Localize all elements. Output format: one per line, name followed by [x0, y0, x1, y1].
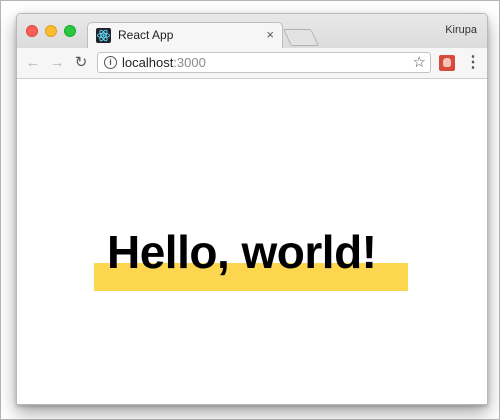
window-minimize-button[interactable]: [45, 25, 57, 37]
browser-toolbar: ← → ↻ i localhost:3000 ☆ ⋮: [17, 48, 487, 79]
forward-arrow-icon[interactable]: →: [47, 53, 67, 73]
address-bar[interactable]: i localhost:3000 ☆: [97, 52, 431, 73]
url-text[interactable]: localhost:3000: [122, 55, 206, 70]
react-icon: [96, 28, 111, 43]
bookmark-star-icon[interactable]: ☆: [413, 53, 426, 72]
url-host: localhost: [122, 55, 174, 70]
profile-name[interactable]: Kirupa: [445, 24, 477, 36]
tab-close-icon[interactable]: ×: [266, 26, 274, 44]
hello-heading: Hello, world!: [107, 226, 377, 278]
tab-strip: React App × Kirupa: [17, 14, 487, 48]
page-content: Hello, world!: [17, 79, 487, 404]
screenshot-page: React App × Kirupa ← → ↻ i localhost:300…: [0, 0, 500, 420]
window-close-button[interactable]: [26, 25, 38, 37]
extension-icon[interactable]: [439, 55, 455, 71]
browser-window: React App × Kirupa ← → ↻ i localhost:300…: [16, 13, 488, 405]
new-tab-button[interactable]: [283, 29, 319, 46]
url-port: :3000: [173, 55, 206, 70]
tab-title: React App: [118, 28, 174, 42]
reload-icon[interactable]: ↻: [71, 53, 91, 73]
menu-icon[interactable]: ⋮: [465, 53, 481, 73]
tab-react-app[interactable]: React App ×: [87, 22, 283, 48]
info-icon[interactable]: i: [104, 56, 117, 69]
window-maximize-button[interactable]: [64, 25, 76, 37]
back-arrow-icon[interactable]: ←: [23, 53, 43, 73]
